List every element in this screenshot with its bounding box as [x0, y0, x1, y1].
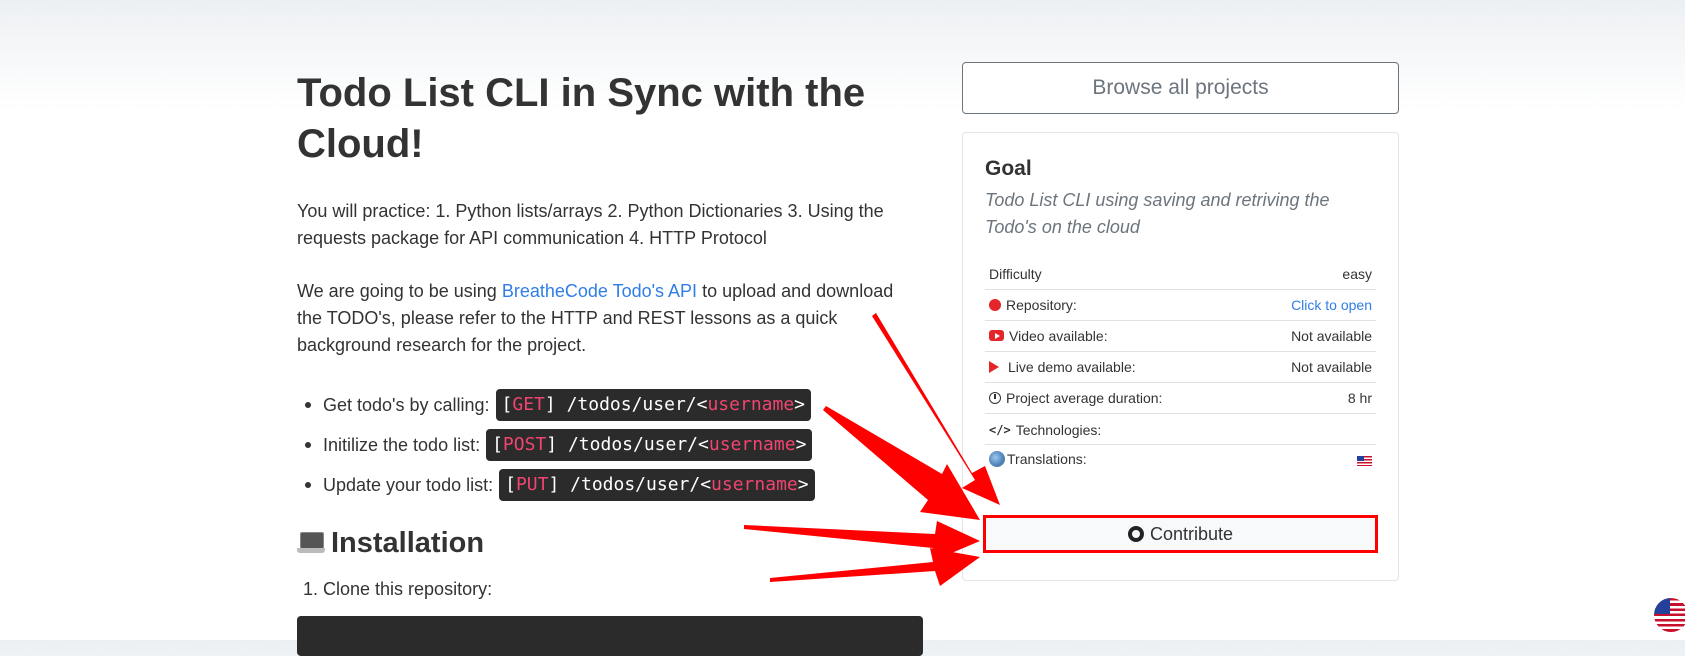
arrow-annotation: [770, 548, 980, 586]
us-flag-icon[interactable]: [1654, 598, 1685, 632]
arrow-annotation: [823, 406, 980, 520]
annotation-arrows: [744, 313, 1000, 586]
